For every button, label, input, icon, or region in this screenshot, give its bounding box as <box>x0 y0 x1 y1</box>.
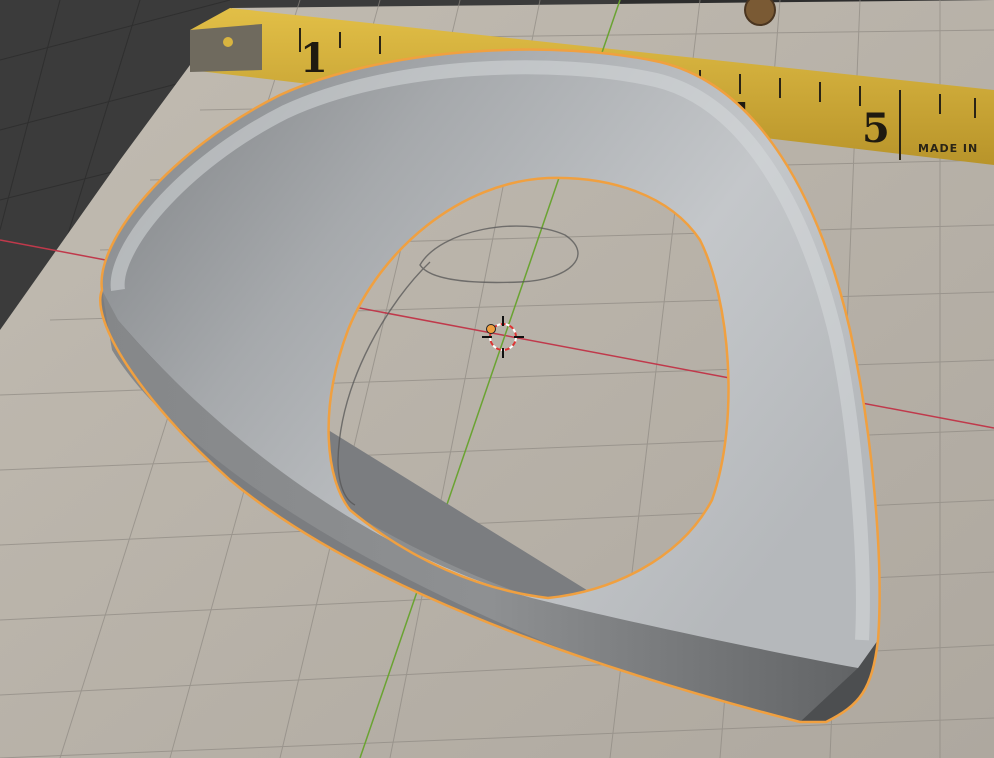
object-origin-icon[interactable] <box>486 324 496 334</box>
tape-number-5: 5 <box>862 105 890 152</box>
3d-viewport[interactable]: 1 4 5 MADE IN <box>0 0 994 758</box>
tape-made-in-text: MADE IN <box>918 142 978 155</box>
viewport-scene[interactable]: 1 4 5 MADE IN <box>0 0 994 758</box>
tape-number-1: 1 <box>300 35 328 82</box>
screw-icon <box>744 0 776 26</box>
